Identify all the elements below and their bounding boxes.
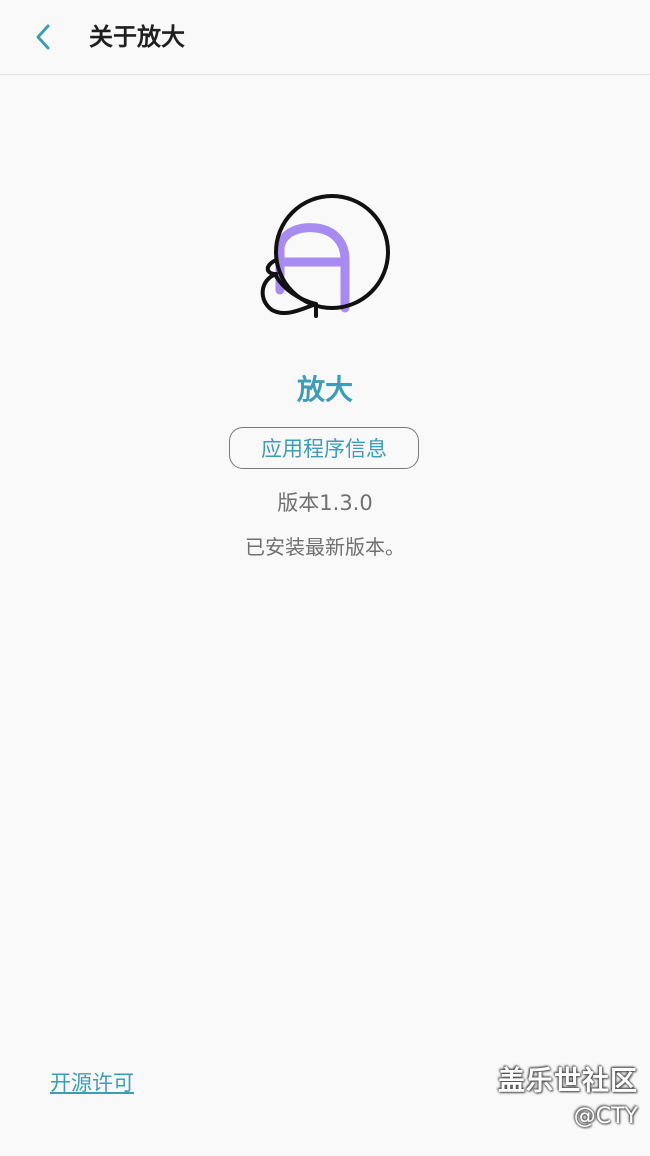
app-bar: 关于放大 <box>0 0 650 75</box>
back-button[interactable] <box>20 14 66 60</box>
update-status-text: 已安装最新版本。 <box>245 535 405 559</box>
version-text: 版本1.3.0 <box>277 491 373 515</box>
app-info-button[interactable]: 应用程序信息 <box>229 427 419 469</box>
watermark: 盖乐世社区 @CTY <box>498 1064 638 1132</box>
magnifier-app-icon <box>260 194 390 318</box>
chevron-left-icon <box>36 24 50 50</box>
app-name: 放大 <box>296 373 353 406</box>
open-source-license-link[interactable]: 开源许可 <box>50 1068 134 1098</box>
about-screen: 关于放大 放大 应用程序信息 版本1.3.0 已安装最新版本。 开源许可 盖乐世… <box>0 0 650 1156</box>
watermark-title: 盖乐世社区 <box>498 1066 638 1097</box>
page-title: 关于放大 <box>89 23 185 51</box>
watermark-handle: @CTY <box>573 1104 638 1129</box>
